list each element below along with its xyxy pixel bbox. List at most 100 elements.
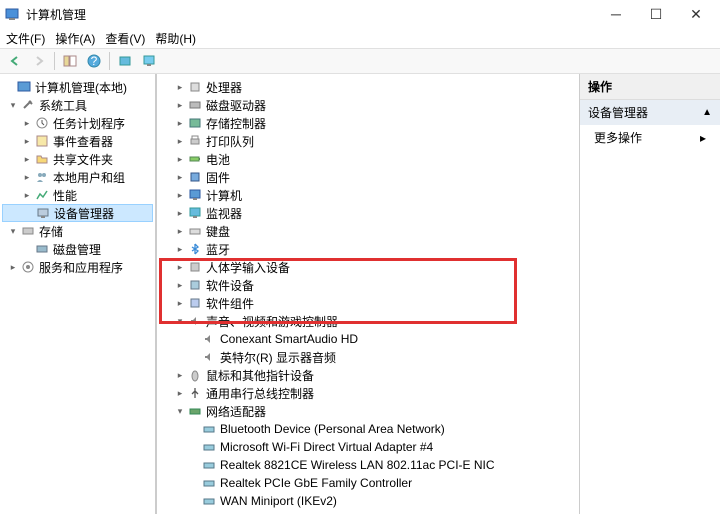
device-category[interactable]: 打印队列 <box>159 132 577 150</box>
device-item[interactable]: Realtek 8821CE Wireless LAN 802.11ac PCI… <box>159 456 577 474</box>
network-adapter-icon <box>201 457 217 473</box>
clock-icon <box>34 115 50 131</box>
network-adapter-icon <box>201 493 217 509</box>
tree-storage[interactable]: 存储 <box>2 222 153 240</box>
device-label: 打印队列 <box>206 133 254 150</box>
help-button[interactable]: ? <box>83 50 105 72</box>
device-item[interactable]: Bluetooth Device (Personal Area Network) <box>159 420 577 438</box>
device-item[interactable]: Realtek PCIe GbE Family Controller <box>159 474 577 492</box>
device-label: 人体学输入设备 <box>206 259 290 276</box>
network-icon <box>187 403 203 419</box>
device-item[interactable]: WAN Miniport (IKEv2) <box>159 492 577 510</box>
network-adapter-icon <box>201 475 217 491</box>
monitor-icon <box>187 205 203 221</box>
actions-context[interactable]: 设备管理器 ▲ <box>580 100 720 125</box>
device-category[interactable]: 监视器 <box>159 204 577 222</box>
printer-icon <box>187 133 203 149</box>
mouse-icon <box>187 367 203 383</box>
back-button[interactable] <box>4 50 26 72</box>
tree-label: 性能 <box>53 187 77 204</box>
device-category[interactable]: 磁盘驱动器 <box>159 96 577 114</box>
console-tree[interactable]: 计算机管理(本地) 系统工具 任务计划程序 事件查看器 共享文件夹 本地用户和组… <box>0 74 156 514</box>
menu-help[interactable]: 帮助(H) <box>155 30 196 47</box>
device-label: 软件组件 <box>206 295 254 312</box>
device-category-network[interactable]: 网络适配器 <box>159 402 577 420</box>
device-label: 键盘 <box>206 223 230 240</box>
device-category[interactable]: 电池 <box>159 150 577 168</box>
forward-button[interactable] <box>28 50 50 72</box>
svg-text:?: ? <box>91 54 98 68</box>
usb-icon <box>187 385 203 401</box>
device-label: WAN Miniport (IKEv2) <box>220 494 337 508</box>
tree-task-scheduler[interactable]: 任务计划程序 <box>2 114 153 132</box>
storage-controller-icon <box>187 115 203 131</box>
minimize-button[interactable]: ─ <box>596 0 636 28</box>
device-item[interactable]: Microsoft Wi-Fi Direct Virtual Adapter #… <box>159 438 577 456</box>
tree-disk-mgmt[interactable]: 磁盘管理 <box>2 240 153 258</box>
tree-root[interactable]: 计算机管理(本地) <box>2 78 153 96</box>
device-label: Realtek 8821CE Wireless LAN 802.11ac PCI… <box>220 458 495 472</box>
chevron-right-icon: ▸ <box>700 131 706 145</box>
tree-label: 本地用户和组 <box>53 169 125 186</box>
device-category[interactable]: 软件组件 <box>159 294 577 312</box>
device-category[interactable]: 人体学输入设备 <box>159 258 577 276</box>
device-category[interactable]: 计算机 <box>159 186 577 204</box>
device-category[interactable]: 固件 <box>159 168 577 186</box>
actions-pane: 操作 设备管理器 ▲ 更多操作 ▸ <box>580 74 720 514</box>
device-label: 网络适配器 <box>206 403 266 420</box>
device-label: 通用串行总线控制器 <box>206 385 314 402</box>
scan-button[interactable] <box>114 50 136 72</box>
window-title: 计算机管理 <box>26 6 596 23</box>
actions-more-label: 更多操作 <box>594 129 642 146</box>
menubar: 文件(F) 操作(A) 查看(V) 帮助(H) <box>0 28 720 48</box>
device-category-sound[interactable]: 声音、视频和游戏控制器 <box>159 312 577 330</box>
device-category[interactable]: 键盘 <box>159 222 577 240</box>
tree-label: 系统工具 <box>39 97 87 114</box>
tree-label: 磁盘管理 <box>53 241 101 258</box>
tree-event-viewer[interactable]: 事件查看器 <box>2 132 153 150</box>
maximize-button[interactable]: ☐ <box>636 0 676 28</box>
bluetooth-icon <box>187 241 203 257</box>
toolbar: ? <box>0 48 720 74</box>
tree-shared-folders[interactable]: 共享文件夹 <box>2 150 153 168</box>
device-label: Microsoft Wi-Fi Direct Virtual Adapter #… <box>220 440 433 454</box>
users-icon <box>34 169 50 185</box>
computer-mgmt-icon <box>16 79 32 95</box>
menu-file[interactable]: 文件(F) <box>6 30 45 47</box>
tree-local-users[interactable]: 本地用户和组 <box>2 168 153 186</box>
actions-more[interactable]: 更多操作 ▸ <box>580 125 720 150</box>
show-hide-tree-button[interactable] <box>59 50 81 72</box>
monitor-button[interactable] <box>138 50 160 72</box>
device-manager-icon <box>35 205 51 221</box>
device-item[interactable]: 英特尔(R) 显示器音频 <box>159 348 577 366</box>
menu-view[interactable]: 查看(V) <box>105 30 145 47</box>
device-label: 鼠标和其他指针设备 <box>206 367 314 384</box>
tree-label: 服务和应用程序 <box>39 259 123 276</box>
storage-icon <box>20 223 36 239</box>
services-icon <box>20 259 36 275</box>
device-item[interactable]: Conexant SmartAudio HD <box>159 330 577 348</box>
device-category[interactable]: 处理器 <box>159 78 577 96</box>
tree-label: 存储 <box>39 223 63 240</box>
device-category[interactable]: 通用串行总线控制器 <box>159 384 577 402</box>
tree-systools[interactable]: 系统工具 <box>2 96 153 114</box>
tree-services[interactable]: 服务和应用程序 <box>2 258 153 276</box>
device-tree[interactable]: 处理器 磁盘驱动器 存储控制器 打印队列 电池 固件 计算机 监视器 键盘 蓝牙… <box>156 74 580 514</box>
network-adapter-icon <box>201 439 217 455</box>
software-device-icon <box>187 277 203 293</box>
device-label: Bluetooth Device (Personal Area Network) <box>220 422 445 436</box>
menu-action[interactable]: 操作(A) <box>55 30 95 47</box>
device-label: 监视器 <box>206 205 242 222</box>
device-category[interactable]: 鼠标和其他指针设备 <box>159 366 577 384</box>
tree-device-manager[interactable]: 设备管理器 <box>2 204 153 222</box>
close-button[interactable]: ✕ <box>676 0 716 28</box>
tree-label: 事件查看器 <box>53 133 113 150</box>
tree-performance[interactable]: 性能 <box>2 186 153 204</box>
device-label: Realtek PCIe GbE Family Controller <box>220 476 412 490</box>
disk-drive-icon <box>187 97 203 113</box>
device-category[interactable]: 蓝牙 <box>159 240 577 258</box>
device-category[interactable]: 存储控制器 <box>159 114 577 132</box>
device-item[interactable]: WAN Miniport (IP) <box>159 510 577 514</box>
tree-label: 任务计划程序 <box>53 115 125 132</box>
device-category[interactable]: 软件设备 <box>159 276 577 294</box>
